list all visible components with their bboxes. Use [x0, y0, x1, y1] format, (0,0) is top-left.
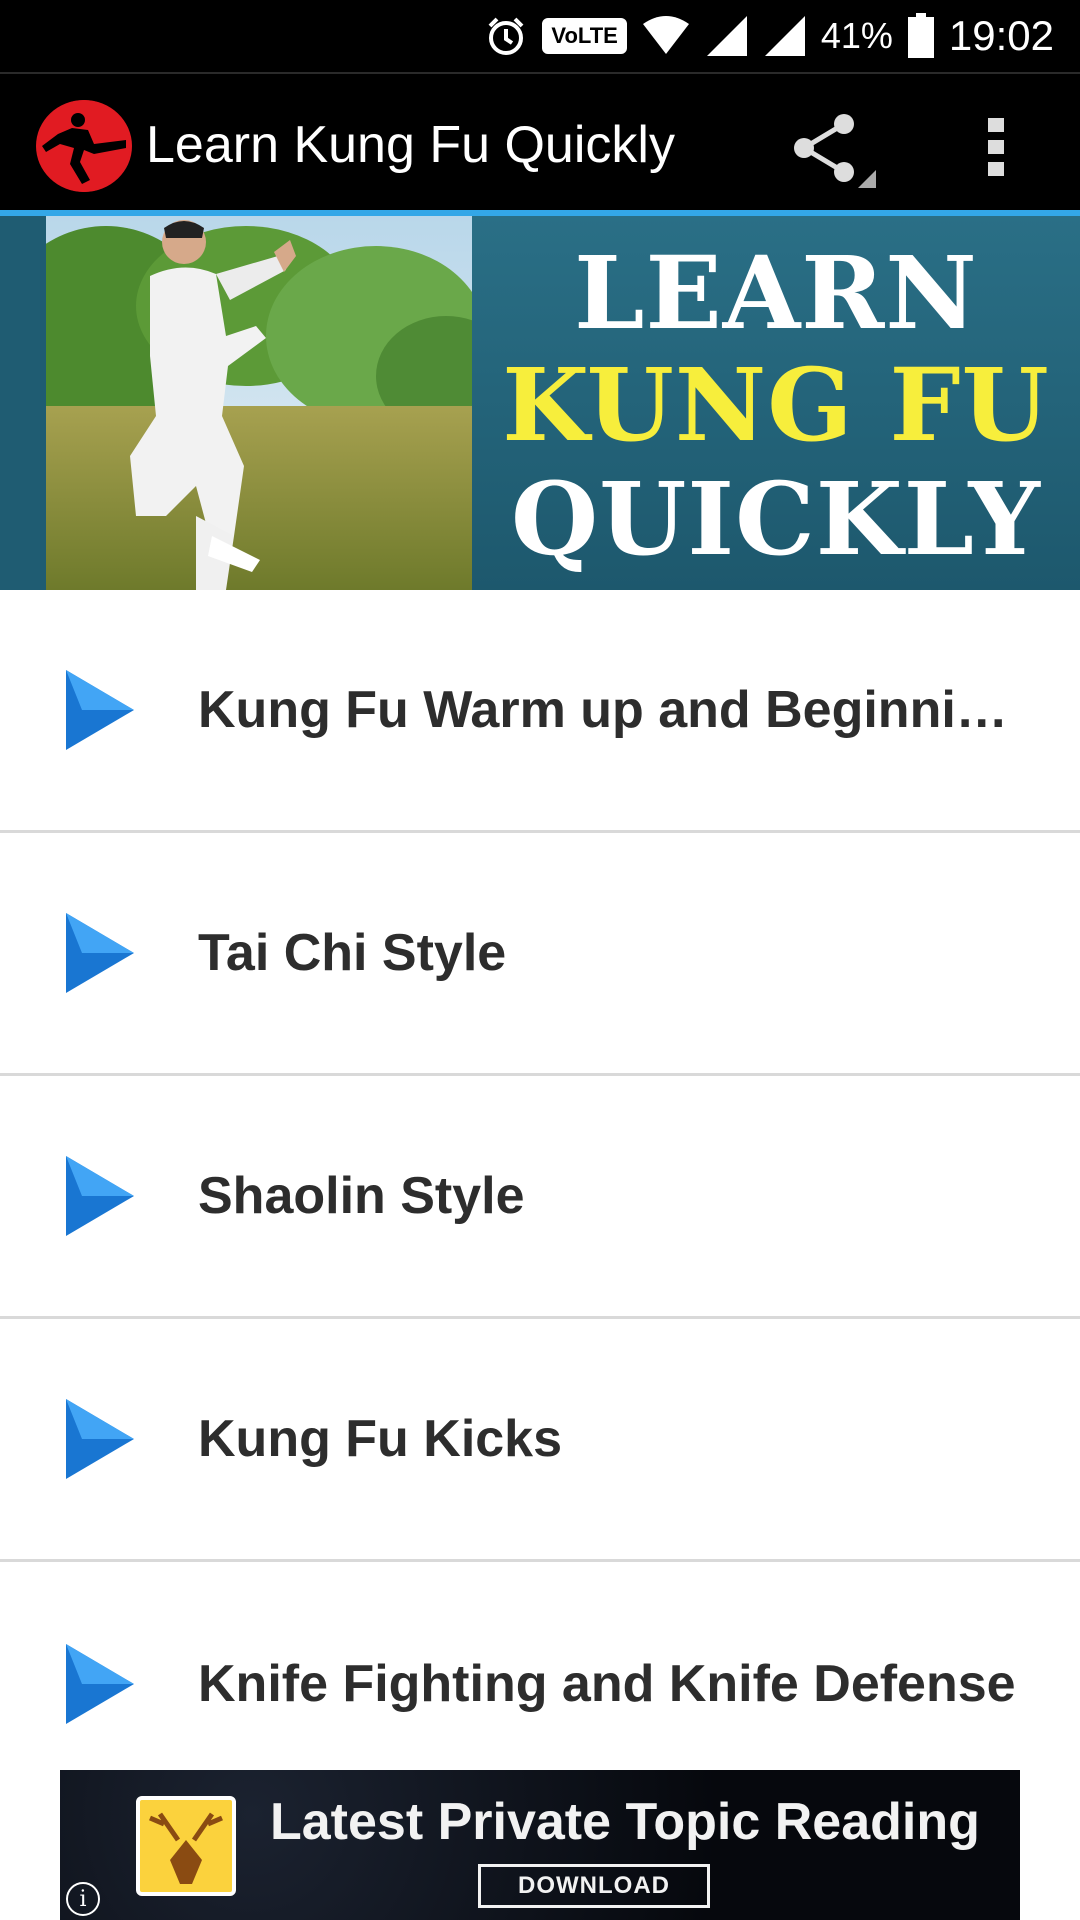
banner-title-panel: LEARN KUNG FU QUICKLY [472, 216, 1080, 590]
ad-logo [136, 1796, 236, 1896]
list-item-kicks[interactable]: Kung Fu Kicks [0, 1319, 1080, 1562]
battery-icon [907, 13, 935, 59]
ad-title: Latest Private Topic Reading [270, 1793, 980, 1851]
more-vert-icon [988, 118, 1004, 176]
play-arrow-icon [66, 1156, 134, 1236]
ad-banner[interactable]: Latest Private Topic Reading DOWNLOAD i [60, 1770, 1020, 1920]
list-item-label: Tai Chi Style [198, 924, 507, 982]
ad-info-icon[interactable]: i [66, 1882, 100, 1916]
play-arrow-icon [66, 1399, 134, 1479]
list-item-tai-chi[interactable]: Tai Chi Style [0, 833, 1080, 1076]
list-item-warm-up[interactable]: Kung Fu Warm up and Beginning Training [0, 590, 1080, 833]
list-item-label: Kung Fu Kicks [198, 1410, 563, 1468]
kung-fu-photo [46, 216, 472, 590]
status-bar: VoLTE 41% 19:02 [0, 0, 1080, 72]
play-arrow-icon [66, 670, 134, 750]
list-item-label: Kung Fu Warm up and Beginning Training [198, 681, 1020, 739]
list-item-knife-fighting[interactable]: Knife Fighting and Knife Defense [0, 1562, 1080, 1805]
wifi-icon [641, 14, 691, 58]
share-icon [794, 114, 876, 188]
alarm-icon [484, 14, 528, 58]
banner-line-kung-fu: KUNG FU [502, 346, 1050, 464]
clock: 19:02 [948, 12, 1054, 59]
list-item-label: Knife Fighting and Knife Defense [198, 1654, 1016, 1713]
app-logo [36, 100, 132, 192]
app-title: Learn Kung Fu Quickly [146, 116, 675, 174]
list-item-label: Shaolin Style [198, 1167, 525, 1225]
lesson-list: Kung Fu Warm up and Beginning Training T… [0, 590, 1080, 1805]
ad-download-button[interactable]: DOWNLOAD [478, 1864, 710, 1908]
play-arrow-icon [66, 913, 134, 993]
volte-icon: VoLTE [542, 18, 627, 54]
overflow-menu-button[interactable] [968, 112, 1024, 182]
signal-icon [705, 14, 749, 58]
banner-line-learn: LEARN [574, 234, 978, 352]
signal-icon [763, 14, 807, 58]
play-arrow-icon [66, 1643, 134, 1724]
battery-percent: 41% [820, 15, 893, 56]
banner-line-quickly: QUICKLY [511, 460, 1041, 578]
app-bar: Learn Kung Fu Quickly [0, 72, 1080, 212]
share-button[interactable] [786, 110, 878, 190]
list-item-shaolin[interactable]: Shaolin Style [0, 1076, 1080, 1319]
hero-banner: LEARN KUNG FU QUICKLY [0, 216, 1080, 590]
